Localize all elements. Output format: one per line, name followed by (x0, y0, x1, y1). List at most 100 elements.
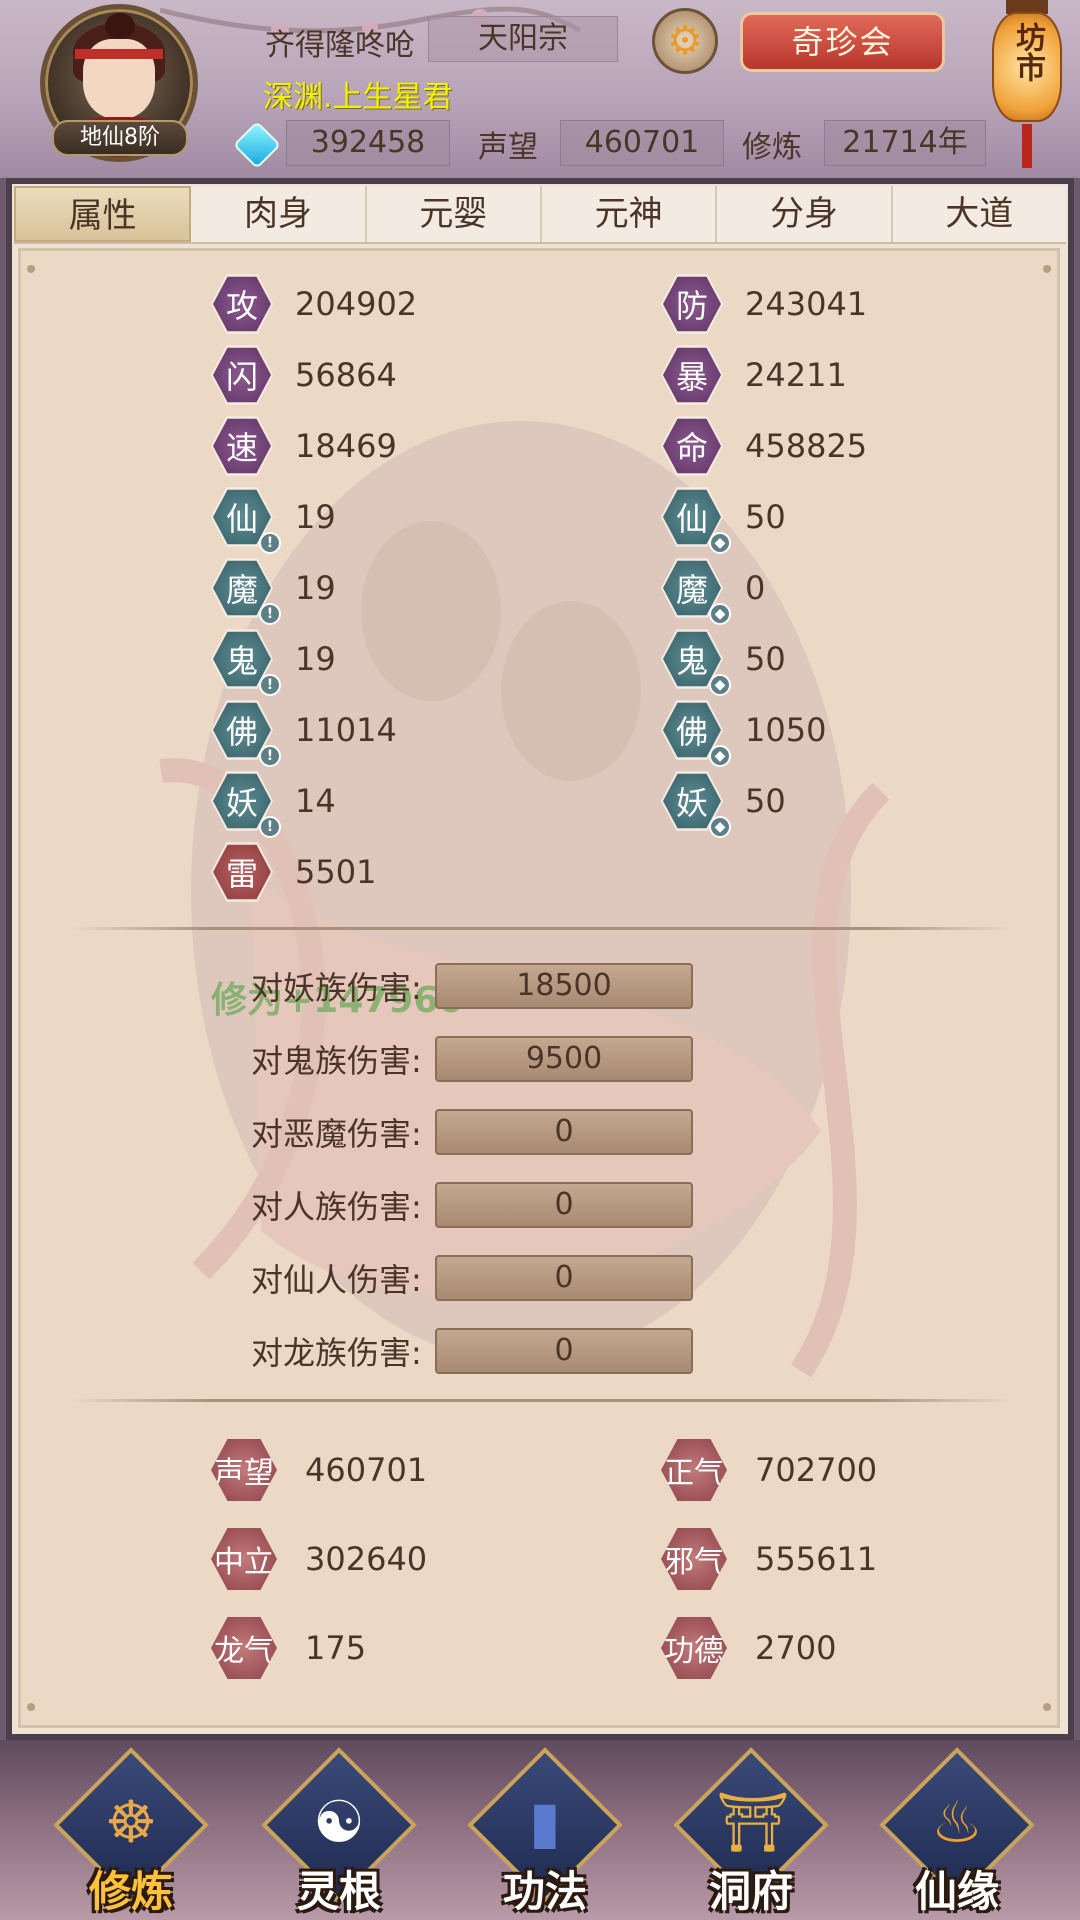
nav-label: 灵根 (296, 1867, 381, 1916)
merit-icon: 功德 (661, 1616, 727, 1680)
damage-row: 对鬼族伤害: 9500 (251, 1036, 693, 1082)
cultivation-label: 修炼 (742, 130, 802, 165)
stat-value: 50 (745, 782, 786, 820)
stat-value: 243041 (745, 285, 868, 323)
shield-badge-icon: ◆ (709, 745, 731, 767)
pagoda-icon: ⛩ (716, 1788, 790, 1856)
stat-value: 19 (295, 640, 336, 678)
stat-value: 14 (295, 782, 336, 820)
nav-fate[interactable]: ♨ 仙缘 (879, 1747, 1035, 1916)
market-lantern[interactable]: 坊市 (990, 0, 1064, 170)
reputation-value: 460701 (560, 120, 724, 166)
stat-yao-attack[interactable]: 妖! 14 (211, 770, 336, 838)
evil-icon: 邪气 (661, 1527, 727, 1591)
tab-attributes[interactable]: 属性 (14, 186, 192, 242)
tab-great-dao[interactable]: 大道 (893, 186, 1066, 242)
stat-value: 50 (745, 640, 786, 678)
reputation-row: 功德 2700 (661, 1615, 836, 1681)
stat-attack: 攻 204902 (211, 273, 417, 335)
stat-immortal-attack[interactable]: 仙! 19 (211, 486, 336, 554)
alert-badge-icon: ! (259, 603, 281, 625)
stat-immortal-defense[interactable]: 仙 ◆ 50 (661, 486, 786, 554)
nav-label: 仙缘 (914, 1867, 999, 1916)
nav-spirit-root[interactable]: ☯ 灵根 (261, 1747, 417, 1916)
damage-value: 9500 (435, 1036, 693, 1082)
stat-demon-defense[interactable]: 魔 ◆ 0 (661, 557, 765, 625)
stat-value: 1050 (745, 711, 827, 749)
damage-row: 对恶魔伤害: 0 (251, 1109, 693, 1155)
section-divider (71, 927, 1011, 930)
book-icon: ▮ (529, 1788, 561, 1856)
stat-value: 24211 (745, 356, 847, 394)
market-lantern-label: 坊市 (992, 12, 1062, 122)
stat-value: 11014 (295, 711, 397, 749)
gear-icon[interactable]: ⚙ (652, 8, 718, 74)
player-title: 深渊.上生星君 (263, 80, 453, 115)
reputation-row: 邪气 555611 (661, 1526, 877, 1592)
stat-value: 204902 (295, 285, 418, 323)
yinyang-sword-icon: ☯ (313, 1788, 365, 1856)
stat-dodge: 闪 56864 (211, 344, 397, 406)
stat-demon-attack[interactable]: 魔! 19 (211, 557, 336, 625)
neutral-icon: 中立 (211, 1527, 277, 1591)
stat-yao-defense[interactable]: 妖 ◆ 50 (661, 770, 786, 838)
tab-nascent-soul[interactable]: 元婴 (367, 186, 542, 242)
tab-primordial-spirit[interactable]: 元神 (542, 186, 718, 242)
damage-label: 对龙族伤害: (251, 1334, 422, 1372)
damage-row: 对仙人伤害: 0 (251, 1255, 693, 1301)
damage-label: 对鬼族伤害: (251, 1042, 422, 1080)
corner-ornament (27, 1703, 35, 1711)
damage-value: 0 (435, 1255, 693, 1301)
stat-critical: 暴 24211 (661, 344, 847, 406)
monk-icon: ☸ (105, 1788, 157, 1856)
gem-icon (232, 120, 282, 170)
event-button[interactable]: 奇珍会 (740, 12, 945, 72)
reputation-row: 中立 302640 (211, 1526, 427, 1592)
stat-buddha-defense[interactable]: 佛 ◆ 1050 (661, 699, 827, 767)
section-divider (71, 1399, 1011, 1402)
nav-label: 功法 (502, 1867, 587, 1916)
shield-badge-icon: ◆ (709, 532, 731, 554)
stat-thunder: 雷 5501 (211, 841, 376, 903)
stat-defense: 防 243041 (661, 273, 867, 335)
stat-ghost-defense[interactable]: 鬼 ◆ 50 (661, 628, 786, 696)
tab-bar: 属性 肉身 元婴 元神 分身 大道 (14, 186, 1066, 244)
dragon-qi-icon: 龙气 (211, 1616, 277, 1680)
gems-value: 392458 (286, 120, 450, 166)
sect-name[interactable]: 天阳宗 (428, 16, 618, 62)
nav-cave-abode[interactable]: ⛩ 洞府 (673, 1747, 829, 1916)
damage-label: 对仙人伤害: (251, 1261, 422, 1299)
stat-value: 18469 (295, 427, 397, 465)
alert-badge-icon: ! (259, 532, 281, 554)
stat-ghost-attack[interactable]: 鬼! 19 (211, 628, 336, 696)
stat-hit: 命 458825 (661, 415, 867, 477)
stat-value: 458825 (745, 427, 868, 465)
avatar-headband (75, 49, 163, 59)
alert-badge-icon: ! (259, 745, 281, 767)
damage-label: 对妖族伤害: (251, 969, 422, 1007)
tab-body[interactable]: 肉身 (191, 186, 367, 242)
nav-techniques[interactable]: ▮ 功法 (467, 1747, 623, 1916)
damage-label: 对恶魔伤害: (251, 1115, 422, 1153)
nav-cultivate[interactable]: ☸ 修炼 (53, 1747, 209, 1916)
stat-speed: 速 18469 (211, 415, 397, 477)
reputation-row: 声望 460701 (211, 1437, 427, 1503)
stat-value: 56864 (295, 356, 397, 394)
evil-value: 555611 (755, 1540, 878, 1578)
damage-value: 0 (435, 1182, 693, 1228)
corner-ornament (27, 265, 35, 273)
stat-buddha-attack[interactable]: 佛! 11014 (211, 699, 397, 767)
tab-clone[interactable]: 分身 (717, 186, 893, 242)
shield-badge-icon: ◆ (709, 603, 731, 625)
reputation-row: 正气 702700 (661, 1437, 877, 1503)
damage-value: 0 (435, 1328, 693, 1374)
stat-value: 50 (745, 498, 786, 536)
player-name: 齐得隆咚呛 (265, 28, 415, 63)
reputation-icon: 声望 (211, 1438, 277, 1502)
reputation-label: 声望 (478, 130, 538, 165)
alert-badge-icon: ! (259, 816, 281, 838)
damage-value: 18500 (435, 963, 693, 1009)
gourd-icon: ♨ (931, 1788, 983, 1856)
bottom-nav: ☸ 修炼 ☯ 灵根 ▮ 功法 ⛩ 洞府 ♨ 仙缘 (0, 1740, 1080, 1920)
corner-ornament (1043, 1703, 1051, 1711)
